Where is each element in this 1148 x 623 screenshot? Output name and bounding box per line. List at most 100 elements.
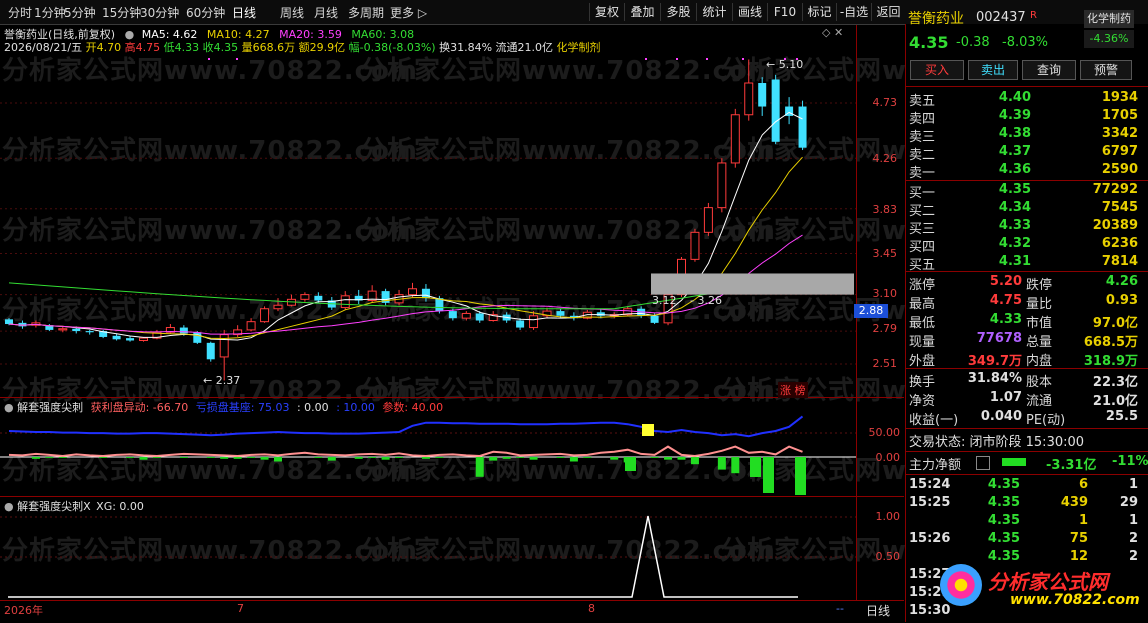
rank-badge[interactable]: 涨 榜 (778, 382, 808, 398)
toolbar-tab-2[interactable]: 5分钟 (64, 4, 96, 21)
logo-url: www.70822.com (1010, 592, 1140, 608)
main-flow-pct: -11% (1112, 454, 1148, 469)
zoom-button[interactable]: -- (836, 602, 844, 615)
stat-value: 21.0亿 (1092, 394, 1138, 409)
profit-bar (502, 457, 511, 459)
bid-price: 4.32 (998, 236, 1031, 251)
annotation-mid2: - 3.26 (690, 294, 722, 307)
stat-value: 668.5万 (1083, 335, 1138, 350)
candle-body-down (126, 338, 135, 341)
list-icon[interactable] (976, 456, 990, 470)
stat-label: 收益(一) (909, 413, 959, 428)
profit-bar (569, 457, 578, 462)
price-tick: 4.73 (872, 96, 898, 109)
query-button[interactable]: 查询 (1022, 60, 1076, 80)
stat-label: 股本 (1026, 375, 1053, 390)
toolbar-button-7[interactable]: -自选 (836, 3, 871, 21)
profit-bar-large (763, 457, 774, 493)
toolbar-button-1[interactable]: 叠加 (624, 3, 660, 21)
profit-bar (260, 457, 269, 460)
trade-status: 交易状态: 闭市阶段 15:30:00 (909, 435, 1085, 450)
candle-body-down (421, 288, 430, 299)
bid-label: 买二 (909, 204, 936, 219)
toolbar-tab-1[interactable]: 1分钟 (34, 4, 66, 21)
bid-volume: 7814 (1101, 254, 1138, 269)
price-change-pct: -8.03% (1002, 35, 1048, 50)
tick-count: 1 (1128, 513, 1138, 528)
toolbar-button-8[interactable]: 返回 (871, 3, 905, 21)
price-tick: 4.26 (872, 152, 898, 165)
tick-price: 4.35 (987, 513, 1020, 528)
profit-bar (690, 457, 699, 465)
profit-bar (381, 457, 390, 460)
tick-time: 15:26 (909, 531, 951, 546)
stat-label: PE(动) (1026, 413, 1066, 428)
toolbar-tab-3[interactable]: 15分钟 (102, 4, 141, 21)
tick-volume: 439 (1060, 495, 1088, 510)
ma5-line (8, 111, 803, 341)
ask-volume: 6797 (1101, 144, 1138, 159)
alert-button[interactable]: 预警 (1080, 60, 1132, 80)
profit-bar (731, 457, 740, 474)
signal-dot (645, 58, 647, 60)
candle-body-down (758, 83, 767, 107)
candle-body-down (72, 328, 81, 332)
bid-label: 买三 (909, 222, 936, 237)
profit-bar-large (795, 457, 806, 495)
buy-button[interactable]: 买入 (910, 60, 964, 80)
toolbar-tab-6[interactable]: 日线 (232, 4, 256, 21)
tick-count: 29 (1119, 495, 1138, 510)
separator (906, 428, 1148, 429)
stock-code: 002437 (976, 10, 1026, 25)
candle-body-down (596, 312, 605, 316)
price-tick: 3.10 (872, 287, 898, 300)
logo-title: 分析家公式网 (988, 570, 1108, 594)
tick-price: 4.35 (987, 477, 1020, 492)
bid-volume: 77292 (1092, 182, 1138, 197)
toolbar-button-0[interactable]: 复权 (589, 3, 624, 21)
toolbar-tab-4[interactable]: 30分钟 (140, 4, 179, 21)
separator (906, 271, 1148, 272)
main-flow-value: -3.31亿 (1046, 458, 1097, 473)
toolbar-tab-10[interactable]: 更多 ▷ (390, 4, 427, 21)
flow-bar (1002, 458, 1026, 466)
candle-body-up (408, 288, 417, 296)
candle-body-down (516, 320, 525, 328)
period-label[interactable]: 日线 (866, 602, 890, 619)
toolbar-tab-7[interactable]: 周线 (280, 4, 304, 21)
sector-tag[interactable]: 化学制药 (1084, 10, 1134, 28)
bid-volume: 20389 (1092, 218, 1138, 233)
toolbar-tab-9[interactable]: 多周期 (348, 4, 384, 21)
stat-label: 涨停 (909, 278, 936, 293)
toolbar-button-4[interactable]: 画线 (732, 3, 767, 21)
sell-button[interactable]: 卖出 (968, 60, 1018, 80)
candle-body-up (717, 162, 727, 209)
profit-bar (610, 457, 619, 460)
signal-dot (706, 58, 708, 60)
separator (906, 474, 1148, 475)
candlestick-chart[interactable]: ← 5.10 ← 2.37 3.12 - 3.26 (0, 25, 904, 397)
signal-dot (676, 58, 678, 60)
toolbar-tab-5[interactable]: 60分钟 (186, 4, 225, 21)
toolbar-button-6[interactable]: 标记 (802, 3, 836, 21)
toolbar-button-5[interactable]: F10 (767, 3, 802, 21)
bid-label: 买四 (909, 240, 936, 255)
profit-bar (475, 457, 484, 477)
time-axis-year: 2026年 (4, 604, 43, 617)
toolbar-tab-8[interactable]: 月线 (314, 4, 338, 21)
indicator2-chart[interactable] (0, 497, 904, 600)
ask-price: 4.36 (998, 162, 1031, 177)
toolbar-button-2[interactable]: 多股 (660, 3, 696, 21)
bid-price: 4.31 (998, 254, 1031, 269)
toolbar-tab-0[interactable]: 分时 (8, 4, 32, 21)
indicator1-chart[interactable] (0, 398, 904, 496)
candle-body-up (58, 328, 68, 331)
candle-body-up (461, 312, 471, 319)
profit-bar (126, 457, 135, 458)
toolbar-button-3[interactable]: 统计 (696, 3, 732, 21)
stat-value: 4.26 (1105, 274, 1138, 289)
profit-bar (233, 457, 242, 459)
price-change: -0.38 (956, 35, 990, 50)
stat-label: 最高 (909, 297, 936, 312)
stat-label: 现量 (909, 335, 936, 350)
